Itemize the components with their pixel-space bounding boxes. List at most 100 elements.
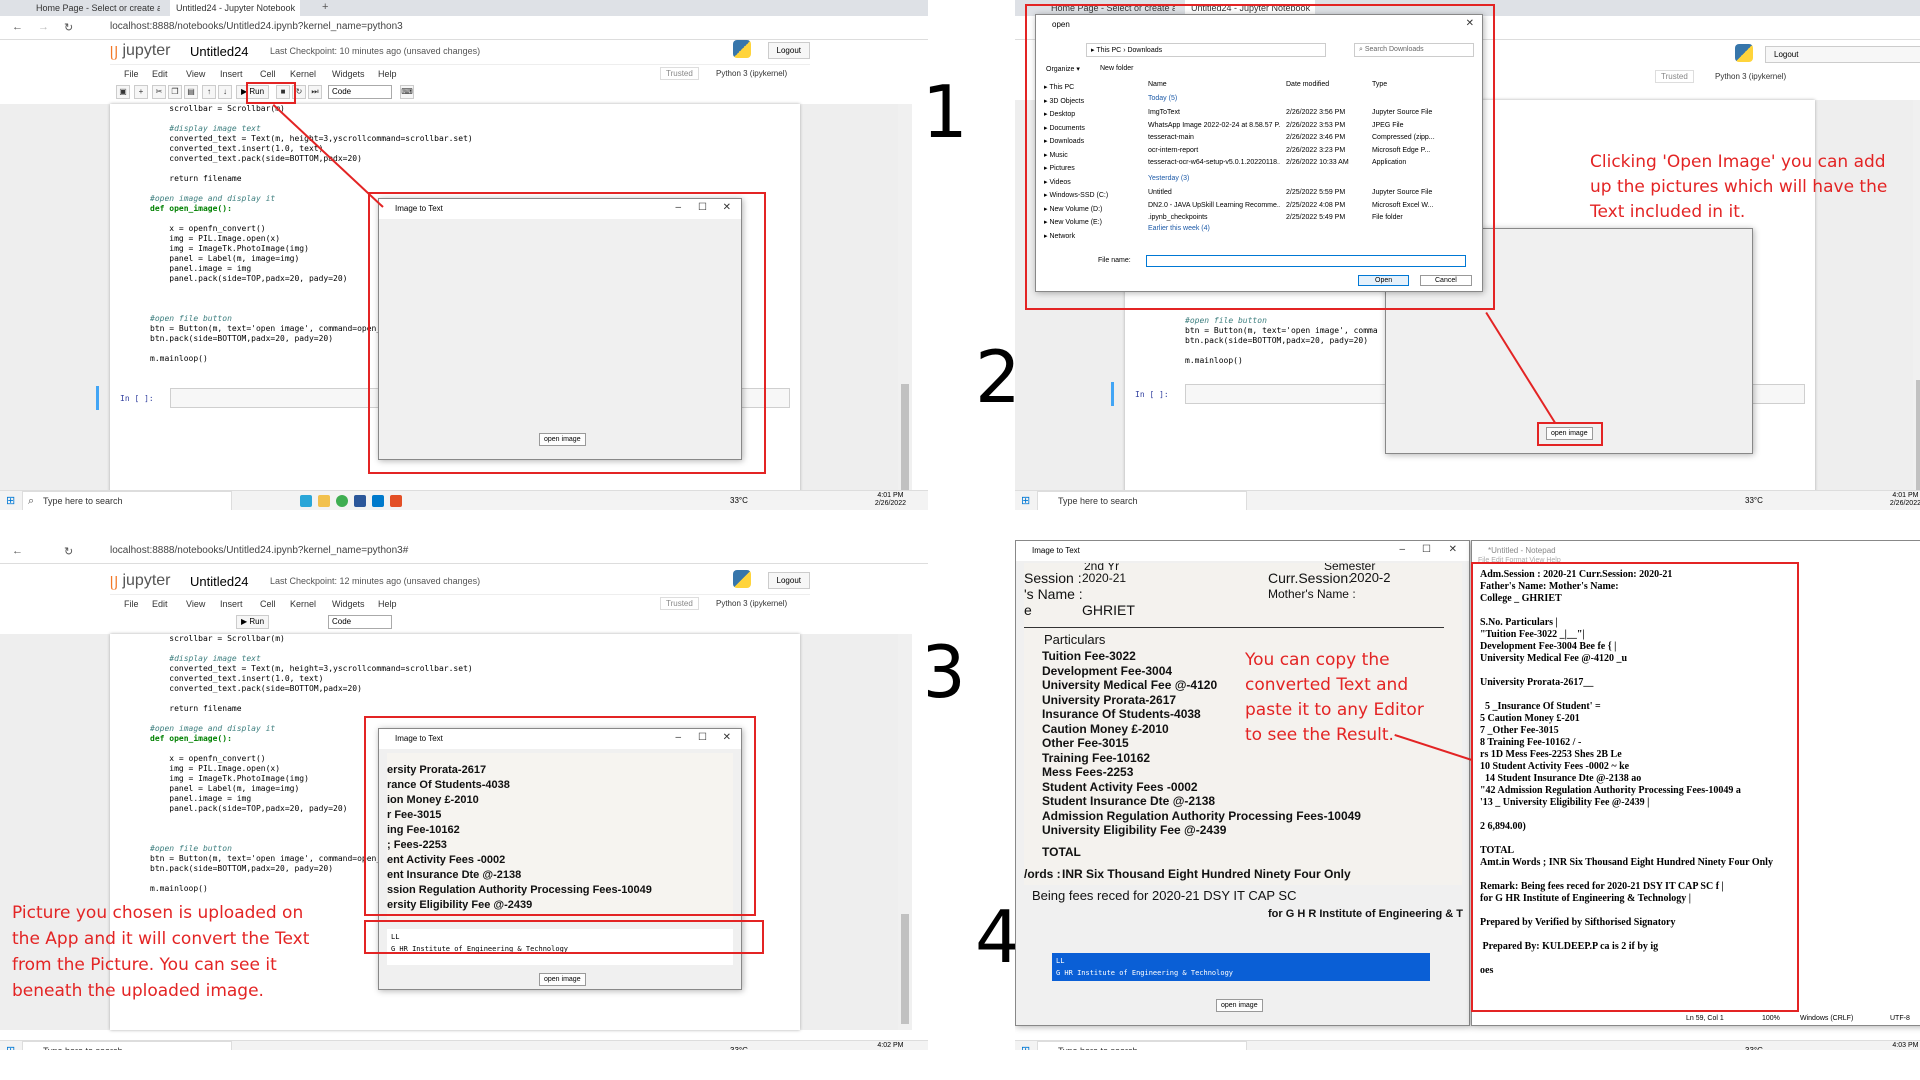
code-block[interactable]: #open file button btn = Button(m, text='o… <box>1185 316 1378 366</box>
logout-button[interactable]: Logout <box>767 42 810 59</box>
in-prompt: In [ ]: <box>120 394 154 403</box>
address-bar[interactable]: ← ↻ localhost:8888/notebooks/Untitled24.… <box>0 540 928 564</box>
cut-icon[interactable]: ✂ <box>152 85 166 99</box>
start-icon[interactable]: ⊞ <box>6 1044 15 1050</box>
code-line: #open file button <box>1185 316 1267 325</box>
page-scrollbar[interactable] <box>1913 100 1920 496</box>
menu-help[interactable]: Help <box>378 69 397 79</box>
add-cell-icon[interactable]: + <box>134 85 148 99</box>
start-icon[interactable]: ⊞ <box>1021 494 1030 507</box>
menu-widgets[interactable]: Widgets <box>332 69 365 79</box>
scan-row: Training Fee-10162 <box>1042 750 1151 765</box>
word-icon[interactable] <box>354 495 366 507</box>
forward-icon[interactable]: → <box>38 21 49 33</box>
menu-cell[interactable]: Cell <box>260 69 276 79</box>
url-text[interactable]: localhost:8888/notebooks/Untitled24.ipyn… <box>110 21 403 32</box>
logout-button[interactable]: Logout <box>1765 46 1920 63</box>
taskbar-search[interactable]: Type here to search <box>22 1041 232 1050</box>
menu-edit[interactable]: Edit <box>152 599 168 609</box>
clock[interactable]: 4:02 PM2/26/2022 <box>875 1042 906 1050</box>
trusted-badge[interactable]: Trusted <box>1655 70 1694 83</box>
reload-icon[interactable]: ↻ <box>64 545 73 558</box>
highlight-window <box>368 192 766 474</box>
scroll-thumb[interactable] <box>901 384 909 494</box>
notebook-toolbar: ▣ + ✂ ❐ ▤ ↑ ↓ ▶ Run ■ ↻ ⏭ Code ⌨ <box>110 84 810 102</box>
status-position: Ln 59, Col 1 <box>1686 1015 1724 1022</box>
edge-icon[interactable] <box>300 495 312 507</box>
chrome-icon[interactable] <box>336 495 348 507</box>
app-icon[interactable] <box>390 495 402 507</box>
address-bar[interactable]: ← → ↻ localhost:8888/notebooks/Untitled2… <box>0 16 928 40</box>
open-image-button[interactable]: open image <box>1216 999 1263 1012</box>
copy-icon[interactable]: ❐ <box>168 85 182 99</box>
menu-help[interactable]: Help <box>378 599 397 609</box>
logout-button[interactable]: Logout <box>767 572 810 589</box>
keyboard-icon[interactable]: ⌨ <box>400 85 414 99</box>
back-icon[interactable]: ← <box>12 545 23 557</box>
highlight-open-image <box>1537 422 1603 446</box>
jupyter-logo[interactable]: ᥩ jupyter <box>110 42 171 60</box>
menu-cell[interactable]: Cell <box>260 599 276 609</box>
menu-file[interactable]: File <box>124 599 139 609</box>
taskbar: ⊞ Type here to search ⌕ 33°C 4:01 PM 2/26… <box>0 490 928 510</box>
clock[interactable]: 4:01 PM 2/26/2022 <box>1890 492 1920 508</box>
scroll-thumb[interactable] <box>901 914 909 1024</box>
tk-image-window[interactable]: Image to Text – ☐ ✕ 2nd Yr Semester Sess… <box>1015 540 1470 1026</box>
save-icon[interactable]: ▣ <box>116 85 130 99</box>
run-button[interactable]: ▶ Run <box>236 615 270 629</box>
weather-text: 33°C <box>1745 496 1763 505</box>
menu-insert[interactable]: Insert <box>220 69 243 79</box>
clock[interactable]: 4:03 PM2/26/2022 <box>1890 1042 1920 1050</box>
page-scrollbar[interactable] <box>898 634 912 1030</box>
reload-icon[interactable]: ↻ <box>64 21 73 34</box>
menu-insert[interactable]: Insert <box>220 599 243 609</box>
menu-view[interactable]: View <box>186 599 205 609</box>
close-icon[interactable]: ✕ <box>1449 544 1457 555</box>
url-text[interactable]: localhost:8888/notebooks/Untitled24.ipyn… <box>110 545 408 556</box>
trusted-badge[interactable]: Trusted <box>660 67 699 80</box>
notebook-name[interactable]: Untitled24 <box>190 44 249 59</box>
vscode-icon[interactable] <box>372 495 384 507</box>
move-down-icon[interactable]: ↓ <box>218 85 232 99</box>
page-scrollbar[interactable] <box>898 104 912 500</box>
trusted-badge[interactable]: Trusted <box>660 597 699 610</box>
maximize-icon[interactable]: ☐ <box>1422 544 1431 555</box>
folder-icon[interactable] <box>318 495 330 507</box>
annotation-step-2: Clicking 'Open Image' you can add up the… <box>1590 152 1888 222</box>
kernel-name: Python 3 (ipykernel) <box>716 69 788 78</box>
checkpoint-status: Last Checkpoint: 12 minutes ago (unsaved… <box>270 576 481 586</box>
menu-view[interactable]: View <box>186 69 205 79</box>
menu-kernel[interactable]: Kernel <box>290 69 316 79</box>
paste-icon[interactable]: ▤ <box>184 85 198 99</box>
minimize-icon[interactable]: – <box>1399 544 1405 555</box>
tab-notebook[interactable]: Untitled24 - Jupyter Notebook <box>170 0 300 16</box>
move-up-icon[interactable]: ↑ <box>202 85 216 99</box>
back-icon[interactable]: ← <box>12 21 23 33</box>
tab-home[interactable]: Home Page - Select or create a n <box>30 0 160 16</box>
start-icon[interactable]: ⊞ <box>6 494 15 507</box>
scan-row: Student Activity Fees -0002 <box>1042 779 1198 794</box>
cell-type-select[interactable]: Code <box>328 85 392 99</box>
menu-widgets[interactable]: Widgets <box>332 599 365 609</box>
taskbar-search[interactable]: Type here to search <box>22 491 232 510</box>
open-image-button[interactable]: open image <box>539 973 586 986</box>
jupyter-logo[interactable]: ᥩ jupyter <box>110 572 171 590</box>
python-logo <box>733 570 751 588</box>
start-icon[interactable]: ⊞ <box>1021 1044 1030 1050</box>
menu-kernel[interactable]: Kernel <box>290 599 316 609</box>
taskbar-search[interactable]: Type here to search <box>1037 491 1247 510</box>
cell-type-select[interactable]: Code <box>328 615 392 629</box>
fast-forward-icon[interactable]: ⏭ <box>308 85 322 99</box>
menu-file[interactable]: File <box>124 69 139 79</box>
converted-text-box[interactable]: LL G HR Institute of Engineering & Techno… <box>1052 953 1430 981</box>
clock[interactable]: 4:01 PM 2/26/2022 <box>875 492 906 508</box>
taskbar-search[interactable]: Type here to search <box>1037 1041 1247 1050</box>
scroll-thumb[interactable] <box>1916 380 1920 490</box>
menu-bar: File Edit View Insert Cell Kernel Widget… <box>110 594 810 612</box>
new-tab-icon[interactable]: + <box>322 1 328 13</box>
notebook-name[interactable]: Untitled24 <box>190 574 249 589</box>
menu-edit[interactable]: Edit <box>152 69 168 79</box>
code-line: btn.pack(side=BOTTOM,padx=20, pady=20) <box>1185 336 1369 345</box>
code-line: converted_text.insert(1.0, text) <box>150 144 324 153</box>
